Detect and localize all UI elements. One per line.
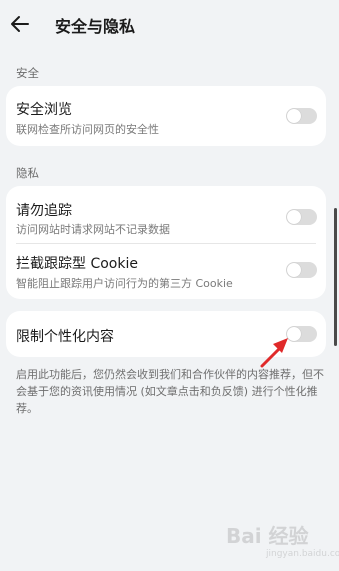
setting-row-safe-browsing[interactable]: 安全浏览 联网检查所访问网页的安全性: [6, 86, 326, 146]
red-pointer-arrow-icon: [260, 338, 288, 368]
setting-row-do-not-track[interactable]: 请勿追踪 访问网站时请求网站不记录数据: [6, 186, 326, 242]
block-cookie-subtitle: 智能阻止跟踪用户访问行为的第三方 Cookie: [16, 277, 233, 290]
privacy-card: 请勿追踪 访问网站时请求网站不记录数据 拦截跟踪型 Cookie 智能阻止跟踪用…: [6, 186, 326, 299]
block-cookie-title: 拦截跟踪型 Cookie: [16, 256, 138, 272]
limit-personalization-title: 限制个性化内容: [16, 329, 114, 345]
header-bar: 安全与隐私: [0, 0, 339, 48]
security-card: 安全浏览 联网检查所访问网页的安全性: [6, 86, 326, 146]
section-label-security: 安全: [16, 66, 39, 80]
do-not-track-title: 请勿追踪: [16, 203, 72, 219]
safe-browsing-toggle[interactable]: [286, 108, 317, 124]
toggle-knob: [287, 263, 301, 277]
watermark-text: Bai 经验: [226, 524, 309, 548]
setting-row-block-tracking-cookie[interactable]: 拦截跟踪型 Cookie 智能阻止跟踪用户访问行为的第三方 Cookie: [6, 243, 326, 299]
do-not-track-toggle[interactable]: [286, 209, 317, 225]
do-not-track-subtitle: 访问网站时请求网站不记录数据: [16, 223, 170, 236]
safe-browsing-title: 安全浏览: [16, 102, 72, 118]
scrollbar[interactable]: [334, 208, 337, 346]
watermark-subtext: jingyan.baidu.com: [266, 549, 339, 559]
watermark: Bai 经验 jingyan.baidu.com: [226, 520, 339, 568]
page-title: 安全与隐私: [55, 17, 136, 36]
safe-browsing-subtitle: 联网检查所访问网页的安全性: [16, 123, 159, 136]
personalization-description: 启用此功能后，您仍然会收到我们和合作伙伴的内容推荐，但不会基于您的资讯使用情况 …: [16, 368, 324, 415]
toggle-knob: [287, 210, 301, 224]
section-label-privacy: 隐私: [16, 166, 39, 180]
block-cookie-toggle[interactable]: [286, 262, 317, 278]
back-arrow-icon[interactable]: [8, 12, 32, 36]
toggle-knob: [287, 109, 301, 123]
